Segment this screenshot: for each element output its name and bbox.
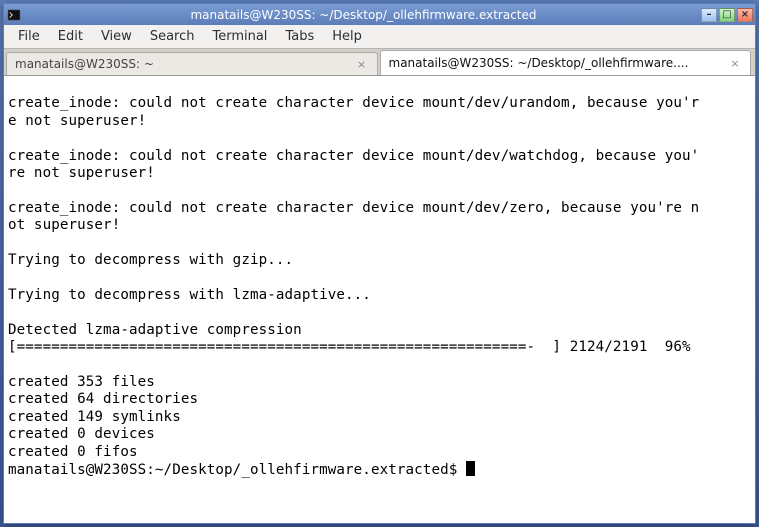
cursor-icon [466, 461, 475, 476]
terminal-window: manatails@W230SS: ~/Desktop/_ollehfirmwa… [3, 3, 756, 524]
menu-terminal-label: Terminal [212, 29, 267, 44]
terminal-line: Trying to decompress with gzip... [8, 252, 751, 269]
terminal-line: created 0 fifos [8, 444, 751, 461]
menu-search[interactable]: Search [142, 27, 203, 46]
terminal-line: created 64 directories [8, 391, 751, 408]
menu-view-label: View [101, 29, 132, 44]
tab-label: manatails@W230SS: ~ [15, 57, 355, 71]
menubar: File Edit View Search Terminal Tabs Help [4, 25, 755, 49]
terminal-line: [=======================================… [8, 339, 751, 356]
tab-close-icon[interactable]: × [728, 56, 742, 70]
terminal-line [8, 130, 751, 147]
terminal-line [8, 269, 751, 286]
maximize-button[interactable]: □ [719, 8, 735, 22]
minimize-button[interactable]: – [701, 8, 717, 22]
terminal-line: created 353 files [8, 374, 751, 391]
terminal-line: e not superuser! [8, 113, 751, 130]
terminal-line: ot superuser! [8, 217, 751, 234]
window-title: manatails@W230SS: ~/Desktop/_ollehfirmwa… [26, 8, 701, 22]
menu-edit[interactable]: Edit [50, 27, 91, 46]
shell-prompt: manatails@W230SS:~/Desktop/_ollehfirmwar… [8, 462, 466, 478]
menu-tabs[interactable]: Tabs [277, 27, 322, 46]
close-button[interactable]: × [737, 8, 753, 22]
terminal-line: Trying to decompress with lzma-adaptive.… [8, 287, 751, 304]
menu-file[interactable]: File [10, 27, 48, 46]
terminal-line [8, 357, 751, 374]
tab-0[interactable]: manatails@W230SS: ~ × [6, 52, 378, 75]
window-buttons: – □ × [701, 8, 753, 22]
menu-tabs-label: Tabs [285, 29, 314, 44]
terminal-line [8, 182, 751, 199]
tab-close-icon[interactable]: × [355, 57, 369, 71]
terminal-prompt-line: manatails@W230SS:~/Desktop/_ollehfirmwar… [8, 461, 751, 479]
terminal-line: created 0 devices [8, 426, 751, 443]
menu-edit-label: Edit [58, 29, 83, 44]
terminal-line: re not superuser! [8, 165, 751, 182]
menu-search-label: Search [150, 29, 195, 44]
terminal-line: create_inode: could not create character… [8, 200, 751, 217]
menu-terminal[interactable]: Terminal [204, 27, 275, 46]
tab-1[interactable]: manatails@W230SS: ~/Desktop/_ollehfirmwa… [380, 50, 752, 75]
menu-help-label: Help [332, 29, 362, 44]
terminal-line [8, 78, 751, 95]
menu-help[interactable]: Help [324, 27, 370, 46]
menu-file-label: File [18, 29, 40, 44]
terminal-line: create_inode: could not create character… [8, 148, 751, 165]
terminal-line: Detected lzma-adaptive compression [8, 322, 751, 339]
titlebar[interactable]: manatails@W230SS: ~/Desktop/_ollehfirmwa… [4, 4, 755, 25]
terminal-line: created 149 symlinks [8, 409, 751, 426]
terminal-line [8, 304, 751, 321]
tabs-row: manatails@W230SS: ~ × manatails@W230SS: … [4, 49, 755, 76]
menu-view[interactable]: View [93, 27, 140, 46]
terminal-line: create_inode: could not create character… [8, 95, 751, 112]
terminal-output[interactable]: create_inode: could not create character… [4, 76, 755, 523]
terminal-line [8, 235, 751, 252]
tab-label: manatails@W230SS: ~/Desktop/_ollehfirmwa… [389, 56, 729, 70]
terminal-app-icon [6, 7, 22, 23]
